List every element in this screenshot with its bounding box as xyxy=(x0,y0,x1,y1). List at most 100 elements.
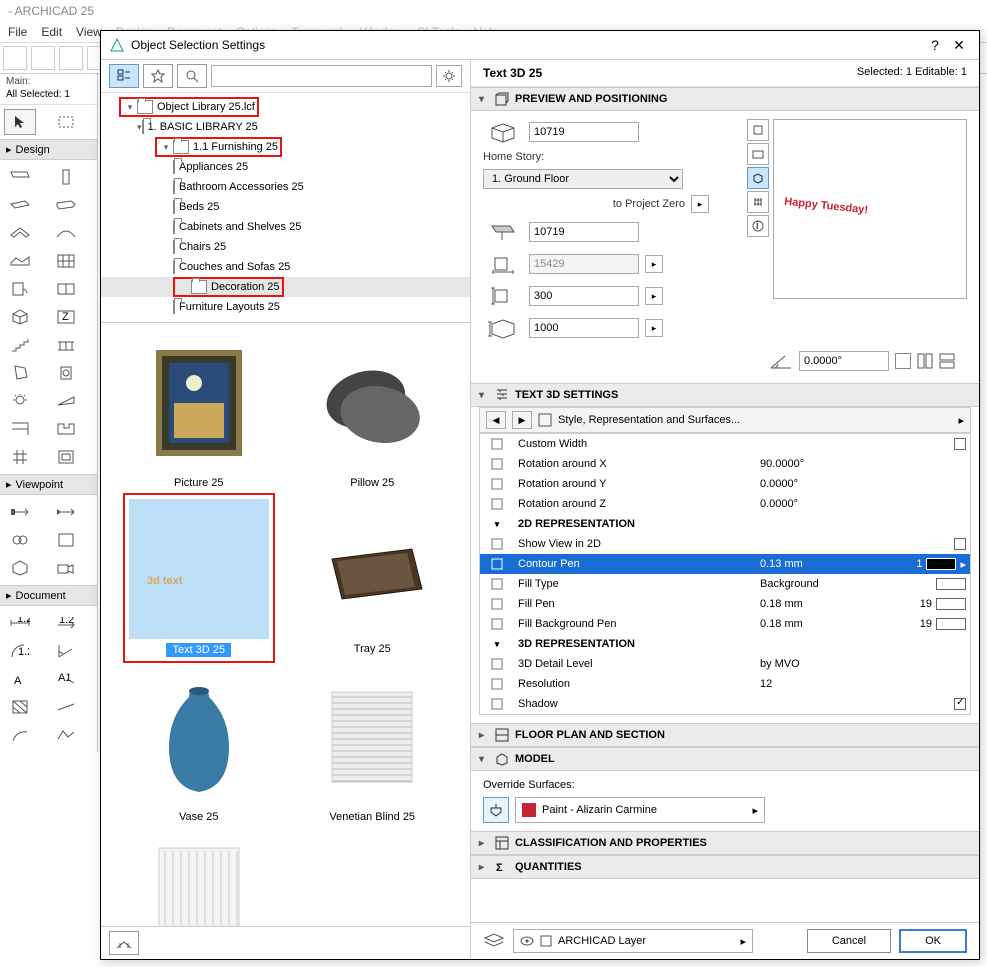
nav-prev-button[interactable]: ◀ xyxy=(486,411,506,429)
tool-stair[interactable] xyxy=(4,332,36,358)
tree-item[interactable]: ▾1. BASIC LIBRARY 25 xyxy=(101,117,470,137)
mirror-checkbox[interactable] xyxy=(895,353,911,369)
settings-row[interactable]: Rotation around Z0.0000° xyxy=(480,494,970,514)
settings-row[interactable]: Fill Pen0.18 mm19 xyxy=(480,594,970,614)
y-input[interactable] xyxy=(529,286,639,306)
tree-item[interactable]: Beds 25 xyxy=(101,197,470,217)
ok-button[interactable]: OK xyxy=(899,929,967,953)
tool-object[interactable] xyxy=(4,304,36,330)
thumbnail-item[interactable]: Vase 25 xyxy=(117,667,281,823)
tool-detail[interactable] xyxy=(50,444,82,470)
settings-row[interactable]: Resolution12 xyxy=(480,674,970,694)
tree-item[interactable]: Furniture Layouts 25 xyxy=(101,297,470,317)
settings-group[interactable]: ▾3D REPRESENTATION xyxy=(480,634,970,654)
menu-edit[interactable]: Edit xyxy=(41,25,62,39)
tool-worksheet[interactable] xyxy=(50,527,82,553)
tool-window[interactable] xyxy=(50,276,82,302)
settings-row[interactable]: Custom Width xyxy=(480,434,970,454)
tool-profile[interactable] xyxy=(50,416,82,442)
settings-row[interactable]: Rotation around Y0.0000° xyxy=(480,474,970,494)
view-info-button[interactable]: i xyxy=(747,215,769,237)
layer-select[interactable]: ARCHICAD Layer ▸ xyxy=(513,929,753,953)
tree-item[interactable]: Chairs 25 xyxy=(101,237,470,257)
z2-link-button[interactable]: ▸ xyxy=(645,319,663,337)
tool-corner[interactable] xyxy=(4,416,36,442)
view-front-button[interactable] xyxy=(747,143,769,165)
thumbnail-item[interactable]: Tray 25 xyxy=(291,499,455,657)
surface-select[interactable]: Paint - Alizarin Carmine ▸ xyxy=(515,797,765,823)
tool-beam[interactable] xyxy=(50,192,82,218)
angle-input[interactable] xyxy=(799,351,889,371)
settings-row[interactable]: Rotation around X90.0000° xyxy=(480,454,970,474)
search-mode-button[interactable] xyxy=(177,64,207,88)
tool-zone[interactable]: Z xyxy=(50,304,82,330)
tool-angle[interactable] xyxy=(50,638,82,664)
preview-canvas[interactable]: Happy Tuesday! xyxy=(773,119,967,299)
library-tree[interactable]: ▾Object Library 25.lcf▾1. BASIC LIBRARY … xyxy=(101,93,470,323)
section-text3d[interactable]: ▾ TEXT 3D SETTINGS xyxy=(471,383,979,407)
search-input[interactable] xyxy=(211,65,432,87)
browse-mode-button[interactable] xyxy=(109,64,139,88)
tool-camera[interactable] xyxy=(50,555,82,581)
section-model[interactable]: ▾ MODEL xyxy=(471,747,979,771)
section-quantities[interactable]: ▸ Σ QUANTITIES xyxy=(471,855,979,879)
settings-gear-button[interactable] xyxy=(436,65,462,87)
tool-line[interactable] xyxy=(50,694,82,720)
toolbar-btn[interactable] xyxy=(3,46,27,70)
view-top-button[interactable] xyxy=(747,119,769,141)
tool-dim[interactable]: 1.2 xyxy=(4,610,36,636)
menu-view[interactable]: View xyxy=(76,25,102,39)
z2-input[interactable] xyxy=(529,318,639,338)
library-manager-button[interactable] xyxy=(109,931,139,955)
tool-railing[interactable] xyxy=(50,332,82,358)
tree-item[interactable]: ▾Object Library 25.lcf xyxy=(101,97,470,117)
favorites-mode-button[interactable] xyxy=(143,64,173,88)
surface-lock-button[interactable] xyxy=(483,797,509,823)
tool-arc[interactable] xyxy=(4,722,36,748)
thumbnail-item[interactable] xyxy=(117,833,281,926)
section-preview[interactable]: ▾ PREVIEW AND POSITIONING xyxy=(471,87,979,111)
thumbnail-item[interactable]: 3d textText 3D 25 xyxy=(117,499,281,657)
thumbnail-item[interactable]: Pillow 25 xyxy=(291,333,455,489)
tool-mesh[interactable] xyxy=(4,248,36,274)
tree-item[interactable]: Bathroom Accessories 25 xyxy=(101,177,470,197)
x-link-button[interactable]: ▸ xyxy=(645,255,663,273)
tool-grid[interactable] xyxy=(4,444,36,470)
tree-item[interactable]: Appliances 25 xyxy=(101,157,470,177)
tool-opening[interactable] xyxy=(50,360,82,386)
tool-label[interactable]: A1 xyxy=(50,666,82,692)
z-input[interactable] xyxy=(529,222,639,242)
tool-column[interactable] xyxy=(50,164,82,190)
tool-marquee[interactable] xyxy=(50,109,82,135)
settings-row[interactable]: 3D Detail Levelby MVO xyxy=(480,654,970,674)
settings-row[interactable]: Contour Pen0.13 mm1▸ xyxy=(480,554,970,574)
thumbnail-item[interactable]: Picture 25 xyxy=(117,333,281,489)
settings-row[interactable]: Shadow xyxy=(480,694,970,714)
settings-row[interactable]: Fill TypeBackground xyxy=(480,574,970,594)
section-document[interactable]: ▸Document xyxy=(0,585,97,606)
y-link-button[interactable]: ▸ xyxy=(645,287,663,305)
tool-elevation[interactable] xyxy=(50,499,82,525)
section-design[interactable]: ▸Design xyxy=(0,139,97,160)
tool-door[interactable] xyxy=(4,276,36,302)
section-floorplan[interactable]: ▸ FLOOR PLAN AND SECTION xyxy=(471,723,979,747)
tool-roof[interactable] xyxy=(4,220,36,246)
view-side-button[interactable] xyxy=(747,191,769,213)
tool-arrow[interactable] xyxy=(4,109,36,135)
help-button[interactable]: ? xyxy=(923,35,947,55)
project-zero-button[interactable]: ▸ xyxy=(691,195,709,213)
cancel-button[interactable]: Cancel xyxy=(807,929,891,953)
settings-group[interactable]: ▾2D REPRESENTATION xyxy=(480,514,970,534)
settings-row[interactable]: Show View in 2D xyxy=(480,534,970,554)
tool-ie[interactable] xyxy=(4,527,36,553)
view-3d-button[interactable] xyxy=(747,167,769,189)
nav-next-button[interactable]: ▶ xyxy=(512,411,532,429)
home-story-select[interactable]: 1. Ground Floor xyxy=(483,169,683,189)
subheader-more[interactable]: ▸ xyxy=(958,414,964,427)
tool-section[interactable] xyxy=(4,499,36,525)
toolbar-btn[interactable] xyxy=(59,46,83,70)
settings-row[interactable]: Fill Background Pen0.18 mm19 xyxy=(480,614,970,634)
menu-file[interactable]: File xyxy=(8,25,27,39)
section-viewpoint[interactable]: ▸Viewpoint xyxy=(0,474,97,495)
close-button[interactable]: ✕ xyxy=(947,35,971,55)
